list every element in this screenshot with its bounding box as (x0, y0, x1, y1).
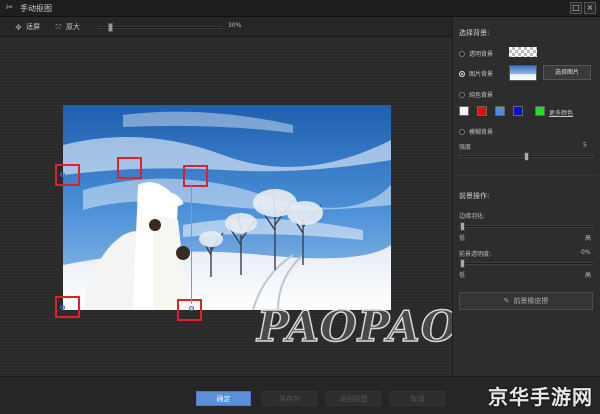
color-swatch[interactable] (459, 106, 469, 116)
blur-background-label: 模糊背景 (469, 129, 494, 136)
image-background-label: 图片背景 (469, 71, 494, 78)
transparent-preview (509, 47, 537, 57)
window-title: 手动抠图 (20, 4, 52, 13)
zoom-value: 30% (228, 22, 242, 29)
feather-label: 边缘羽化: (459, 213, 486, 220)
image-preview (509, 65, 537, 81)
toolbar: ✥ 适屏 ⤧ 原大 30% (0, 17, 452, 37)
save-as-button[interactable]: 另存为 (262, 391, 317, 406)
control-handle[interactable] (55, 296, 80, 318)
cancel-button[interactable]: 取消 (390, 391, 445, 406)
strength-slider[interactable] (459, 152, 593, 161)
radio-blur[interactable] (459, 128, 465, 135)
wedding-photo (63, 105, 391, 310)
actual-size-label: 原大 (66, 23, 80, 31)
feather-slider[interactable] (459, 222, 593, 231)
opacity-high-label: 高 (585, 272, 592, 279)
actual-size-button[interactable]: ⤧ 原大 (54, 21, 80, 33)
control-handle[interactable] (55, 164, 80, 186)
opacity-slider-thumb[interactable] (460, 259, 465, 268)
color-swatch[interactable] (513, 106, 523, 116)
maximize-button[interactable]: □ (570, 2, 582, 14)
brand-watermark: 京华手游网 (488, 385, 593, 409)
guide-line (191, 186, 192, 304)
anchor-point[interactable] (189, 306, 194, 311)
control-handle[interactable] (183, 165, 208, 187)
transparent-background-label: 透明背景 (469, 51, 494, 58)
opacity-low-label: 低 (459, 272, 466, 279)
feather-slider-thumb[interactable] (460, 222, 465, 231)
strength-value: 5 (583, 142, 587, 149)
solid-background-label: 纯色背景 (469, 92, 494, 99)
strength-label: 强度 (459, 144, 472, 151)
fit-screen-button[interactable]: ✥ 适屏 (14, 21, 40, 33)
strength-slider-thumb[interactable] (524, 152, 529, 161)
pick-image-button[interactable]: 选择图片 (543, 65, 591, 80)
solid-background-option[interactable]: 纯色背景 (459, 90, 493, 99)
zoom-slider-thumb[interactable] (108, 23, 113, 32)
control-handle[interactable] (117, 157, 142, 179)
ok-button[interactable]: 确定 (196, 391, 251, 406)
foreground-eraser-button[interactable]: ✎ 前景橡皮擦 (459, 292, 593, 310)
opacity-slider[interactable] (459, 259, 593, 268)
color-swatch[interactable] (477, 106, 487, 116)
actual-size-icon: ⤧ (55, 22, 62, 32)
opacity-value: 0% (581, 249, 591, 256)
anchor-point[interactable] (60, 172, 65, 177)
image-background-option[interactable]: 图片背景 (459, 69, 493, 78)
eraser-icon: ✎ (503, 297, 510, 305)
radio-solid[interactable] (459, 91, 465, 98)
background-section-title: 选择背景: (459, 29, 490, 37)
fit-screen-label: 适屏 (26, 23, 40, 31)
transparent-background-option[interactable]: 透明背景 (459, 49, 493, 58)
anchor-point[interactable] (60, 305, 65, 310)
opacity-label: 前景透明度: (459, 251, 492, 258)
blur-background-option[interactable]: 模糊背景 (459, 127, 493, 136)
settings-panel: 选择背景: 透明背景 图片背景 选择图片 纯色背景 更多颜色 模糊背景 强度 5… (452, 17, 600, 376)
eraser-label: 前景橡皮擦 (513, 297, 549, 305)
fit-screen-icon: ✥ (15, 22, 22, 32)
zoom-slider[interactable] (98, 23, 222, 32)
feather-low-label: 低 (459, 235, 466, 242)
more-colors-link[interactable]: 更多颜色 (549, 108, 573, 117)
return-to-cutout-button[interactable]: 返回抠图 (326, 391, 381, 406)
panel-divider (457, 175, 597, 176)
color-swatch[interactable] (495, 106, 505, 116)
close-button[interactable]: × (584, 2, 596, 14)
scissors-icon: ✂ (5, 3, 14, 13)
color-swatch[interactable] (535, 106, 545, 116)
title-bar: ✂ 手动抠图 □ × (0, 0, 600, 17)
foreground-section-title: 前景操作: (459, 192, 490, 200)
radio-image[interactable] (459, 70, 465, 77)
feather-high-label: 高 (585, 235, 592, 242)
radio-transparent[interactable] (459, 50, 465, 57)
